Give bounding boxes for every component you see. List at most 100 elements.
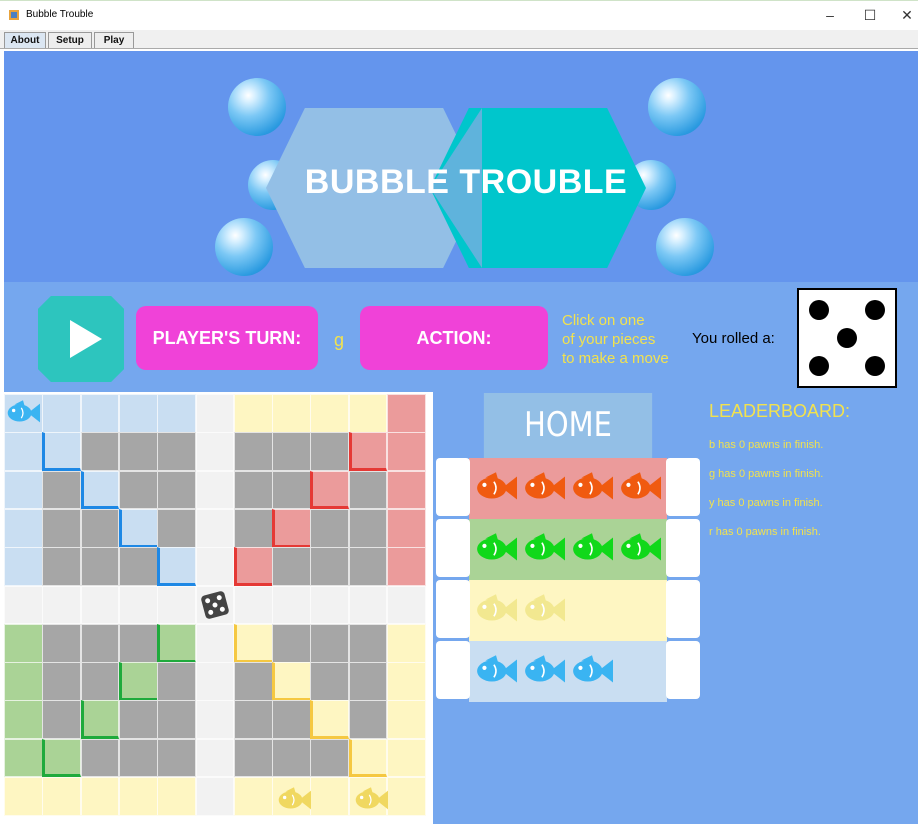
- board-cell[interactable]: [387, 394, 426, 433]
- board-cell[interactable]: [195, 623, 235, 663]
- board-cell[interactable]: [233, 623, 273, 663]
- board-cell[interactable]: [348, 738, 388, 778]
- board-cell[interactable]: [310, 662, 350, 701]
- board-cell[interactable]: [118, 738, 158, 778]
- board-cell[interactable]: [157, 432, 196, 472]
- board-cell[interactable]: [157, 394, 196, 433]
- board-cell[interactable]: [4, 585, 43, 625]
- board-cell[interactable]: [233, 738, 273, 778]
- board-cell[interactable]: [195, 662, 235, 701]
- board-cell[interactable]: [233, 585, 273, 625]
- fish-pawn-red[interactable]: [475, 471, 517, 510]
- board-cell[interactable]: [348, 700, 388, 740]
- board-cell[interactable]: [310, 394, 350, 433]
- board-cell[interactable]: [42, 432, 82, 472]
- board-cell[interactable]: [195, 394, 235, 433]
- fish-pawn-blue[interactable]: [523, 654, 565, 693]
- board-cell[interactable]: [4, 777, 43, 816]
- board-cell[interactable]: [310, 432, 350, 472]
- board-cell[interactable]: [310, 547, 350, 586]
- board-cell[interactable]: [118, 585, 158, 625]
- board-cell[interactable]: [387, 700, 426, 740]
- board-cell[interactable]: [310, 470, 350, 510]
- board-cell[interactable]: [42, 623, 82, 663]
- board-cell[interactable]: [4, 623, 43, 663]
- board-cell[interactable]: [387, 623, 426, 663]
- board-cell[interactable]: [348, 432, 388, 472]
- board-cell[interactable]: [310, 738, 350, 778]
- board-cell[interactable]: [233, 700, 273, 740]
- fish-pawn-yellow[interactable]: [354, 786, 388, 819]
- board-cell[interactable]: [233, 508, 273, 548]
- board-cell[interactable]: [80, 700, 120, 740]
- board-cell[interactable]: [233, 662, 273, 701]
- fish-pawn-green[interactable]: [523, 532, 565, 571]
- board-cell[interactable]: [310, 508, 350, 548]
- home-slot-left[interactable]: [436, 458, 470, 516]
- board-cell[interactable]: [195, 508, 235, 548]
- board-cell[interactable]: [310, 585, 350, 625]
- fish-pawn-yellow[interactable]: [475, 593, 517, 632]
- fish-pawn-yellow[interactable]: [523, 593, 565, 632]
- board-cell[interactable]: [195, 470, 235, 510]
- board-cell[interactable]: [272, 547, 311, 586]
- home-slot-right[interactable]: [666, 519, 700, 577]
- board-cell[interactable]: [118, 623, 158, 663]
- board-cell[interactable]: [42, 662, 82, 701]
- board-cell[interactable]: [272, 738, 311, 778]
- board-cell[interactable]: [272, 470, 311, 510]
- board-cell[interactable]: [157, 662, 196, 701]
- board-cell[interactable]: [348, 470, 388, 510]
- board-cell[interactable]: [4, 432, 43, 472]
- board-cell[interactable]: [387, 547, 426, 586]
- board-cell[interactable]: [4, 738, 43, 778]
- maximize-button[interactable]: ☐: [855, 5, 885, 25]
- board-cell[interactable]: [4, 508, 43, 548]
- board-cell[interactable]: [233, 777, 273, 816]
- board-cell[interactable]: [348, 585, 388, 625]
- home-slot-right[interactable]: [666, 580, 700, 638]
- board-cell[interactable]: [195, 432, 235, 472]
- board-cell[interactable]: [118, 662, 158, 701]
- board-cell[interactable]: [80, 394, 120, 433]
- board-cell[interactable]: [387, 470, 426, 510]
- board-cell[interactable]: [42, 394, 82, 433]
- board-cell[interactable]: [4, 470, 43, 510]
- board-cell[interactable]: [233, 547, 273, 586]
- board-cell[interactable]: [157, 738, 196, 778]
- board-cell[interactable]: [233, 394, 273, 433]
- board-cell[interactable]: [195, 547, 235, 586]
- board-cell[interactable]: [4, 547, 43, 586]
- fish-pawn-blue[interactable]: [571, 654, 613, 693]
- board-cell[interactable]: [80, 662, 120, 701]
- home-slot-left[interactable]: [436, 580, 470, 638]
- board-cell[interactable]: [348, 508, 388, 548]
- board-cell[interactable]: [348, 662, 388, 701]
- board-cell[interactable]: [157, 777, 196, 816]
- fish-pawn-yellow[interactable]: [277, 786, 311, 819]
- tab-play[interactable]: Play: [94, 32, 134, 48]
- tab-about[interactable]: About: [4, 32, 46, 48]
- board-cell[interactable]: [118, 508, 158, 548]
- board-cell[interactable]: [80, 547, 120, 586]
- board-cell[interactable]: [310, 623, 350, 663]
- board-cell[interactable]: [272, 394, 311, 433]
- board-cell[interactable]: [157, 700, 196, 740]
- board-cell[interactable]: [387, 662, 426, 701]
- board-cell[interactable]: [272, 508, 311, 548]
- board-cell[interactable]: [157, 547, 196, 586]
- board-cell[interactable]: [118, 777, 158, 816]
- fish-pawn-green[interactable]: [619, 532, 661, 571]
- board-cell[interactable]: [118, 394, 158, 433]
- fish-pawn-green[interactable]: [571, 532, 613, 571]
- board-cell[interactable]: [4, 662, 43, 701]
- fish-pawn-blue[interactable]: [475, 654, 517, 693]
- board-cell[interactable]: [42, 738, 82, 778]
- board-cell[interactable]: [348, 394, 388, 433]
- board-cell[interactable]: [272, 585, 311, 625]
- board-cell[interactable]: [272, 623, 311, 663]
- board-cell[interactable]: [387, 585, 426, 625]
- board-cell[interactable]: [80, 738, 120, 778]
- home-slot-right[interactable]: [666, 458, 700, 516]
- board-cell[interactable]: [118, 547, 158, 586]
